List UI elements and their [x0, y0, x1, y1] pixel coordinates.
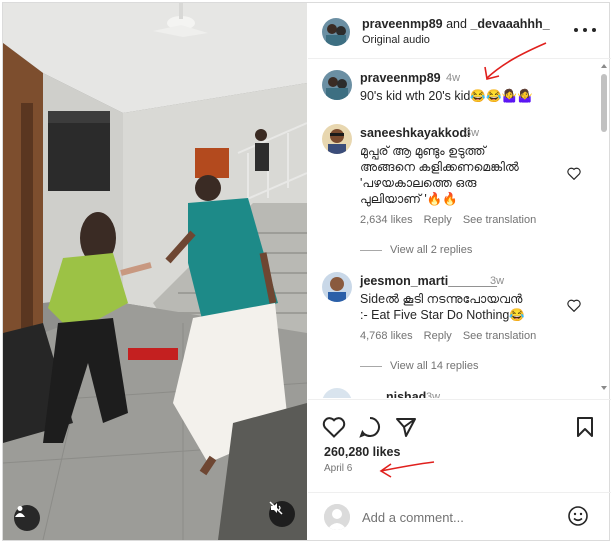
comment-line: മുപ്പര് ആ മുണ്ടും ഉടുത്ത്: [360, 144, 486, 158]
comment-like-heart-icon[interactable]: [567, 167, 581, 180]
scroll-thumb[interactable]: [601, 74, 607, 132]
comment-username[interactable]: jeesmon_marti_______: [360, 274, 497, 288]
comment-line: പുലിയാണ് '🔥🔥: [360, 192, 458, 206]
caption-avatar[interactable]: [322, 70, 352, 100]
post-date[interactable]: April 6: [324, 463, 352, 474]
see-translation-button[interactable]: See translation: [463, 214, 536, 226]
comments-scrollbar[interactable]: [599, 60, 609, 398]
author-link[interactable]: praveenmp89: [362, 17, 443, 31]
video-frame-illustration: [3, 3, 307, 540]
replies-divider: [360, 249, 382, 251]
comment-meta: 4,768 likes Reply See translation: [360, 330, 544, 342]
author-avatar[interactable]: [322, 18, 350, 46]
comment-text: Sideൽ കൂടി നടന്നുപോയവൻ :- Eat Five Star …: [360, 291, 525, 323]
comment-likes[interactable]: 2,634 likes: [360, 214, 413, 226]
more-icon-dot: [592, 28, 596, 32]
tagged-users-button[interactable]: [14, 505, 40, 531]
heart-icon[interactable]: [322, 416, 346, 438]
comment-line: :- Eat Five Star Do Nothing😂: [360, 308, 525, 322]
comment-username[interactable]: saneeshkayakkodi: [360, 126, 471, 140]
add-comment-input[interactable]: [362, 506, 552, 528]
view-replies-button[interactable]: View all 2 replies: [360, 244, 472, 256]
comment-icon[interactable]: [359, 416, 381, 438]
comment-avatar[interactable]: [322, 388, 352, 398]
user-tag-icon: [15, 506, 25, 517]
view-replies-label: View all 2 replies: [390, 244, 473, 256]
more-icon-dot: [583, 28, 587, 32]
comment-line: 'പഴയകാലത്തെ ഒരു: [360, 176, 477, 190]
current-user-avatar: [324, 504, 350, 530]
add-comment-bar: [308, 492, 611, 540]
more-icon: [574, 28, 578, 32]
post-details-panel: praveenmp89 and _devaaahhh_ Original aud…: [308, 3, 611, 540]
comment-time[interactable]: 3w: [426, 391, 440, 398]
caption-time[interactable]: 4w: [446, 72, 460, 84]
comment-text: മുപ്പര് ആ മുണ്ടും ഉടുത്ത് അങ്ങനെ കളിക്കണ…: [360, 143, 519, 207]
post-actions: 260,280 likes April 6: [308, 399, 611, 489]
scroll-down-arrow[interactable]: [601, 386, 607, 390]
comments-list[interactable]: praveenmp89 4w 90's kid wth 20's kid😂😂🤷‍…: [308, 60, 611, 398]
and-text: and: [446, 17, 467, 31]
scroll-up-arrow[interactable]: [601, 64, 607, 68]
muted-icon: [269, 501, 283, 515]
caption-text: 90's kid wth 20's kid😂😂🤷‍♀️🤷‍♀️: [360, 89, 533, 103]
reply-button[interactable]: Reply: [424, 214, 452, 226]
comment-time[interactable]: 3w: [465, 127, 479, 139]
comment-like-heart-icon[interactable]: [567, 299, 581, 312]
view-replies-label: View all 14 replies: [390, 360, 479, 372]
see-translation-button[interactable]: See translation: [463, 330, 536, 342]
more-options-button[interactable]: [574, 23, 596, 37]
replies-divider: [360, 365, 382, 367]
post-header: praveenmp89 and _devaaahhh_ Original aud…: [308, 3, 611, 59]
view-replies-button[interactable]: View all 14 replies: [360, 360, 478, 372]
reel-video[interactable]: [3, 3, 307, 540]
audio-link[interactable]: Original audio: [362, 34, 430, 46]
comment-avatar[interactable]: [322, 272, 352, 302]
caption-username[interactable]: praveenmp89: [360, 71, 441, 85]
emoji-icon[interactable]: [567, 505, 589, 527]
collaborator-link[interactable]: _devaaahhh_: [470, 17, 549, 31]
comment-likes[interactable]: 4,768 likes: [360, 330, 413, 342]
share-icon[interactable]: [395, 416, 417, 438]
comment-meta: 2,634 likes Reply See translation: [360, 214, 544, 226]
likes-count[interactable]: 260,280 likes: [324, 445, 400, 459]
audio-toggle-button[interactable]: [269, 501, 295, 527]
reply-button[interactable]: Reply: [424, 330, 452, 342]
comment-username[interactable]: nishad: [386, 390, 426, 398]
bookmark-icon[interactable]: [576, 416, 594, 438]
comment-line: Sideൽ കൂടി നടന്നുപോയവൻ: [360, 292, 523, 306]
post-dialog: praveenmp89 and _devaaahhh_ Original aud…: [2, 2, 611, 541]
comment-time[interactable]: 3w: [490, 275, 504, 287]
comment-avatar[interactable]: [322, 124, 352, 154]
comment-line: അങ്ങനെ കളിക്കണമെങ്കിൽ: [360, 160, 519, 174]
post-authors: praveenmp89 and _devaaahhh_: [362, 17, 550, 31]
